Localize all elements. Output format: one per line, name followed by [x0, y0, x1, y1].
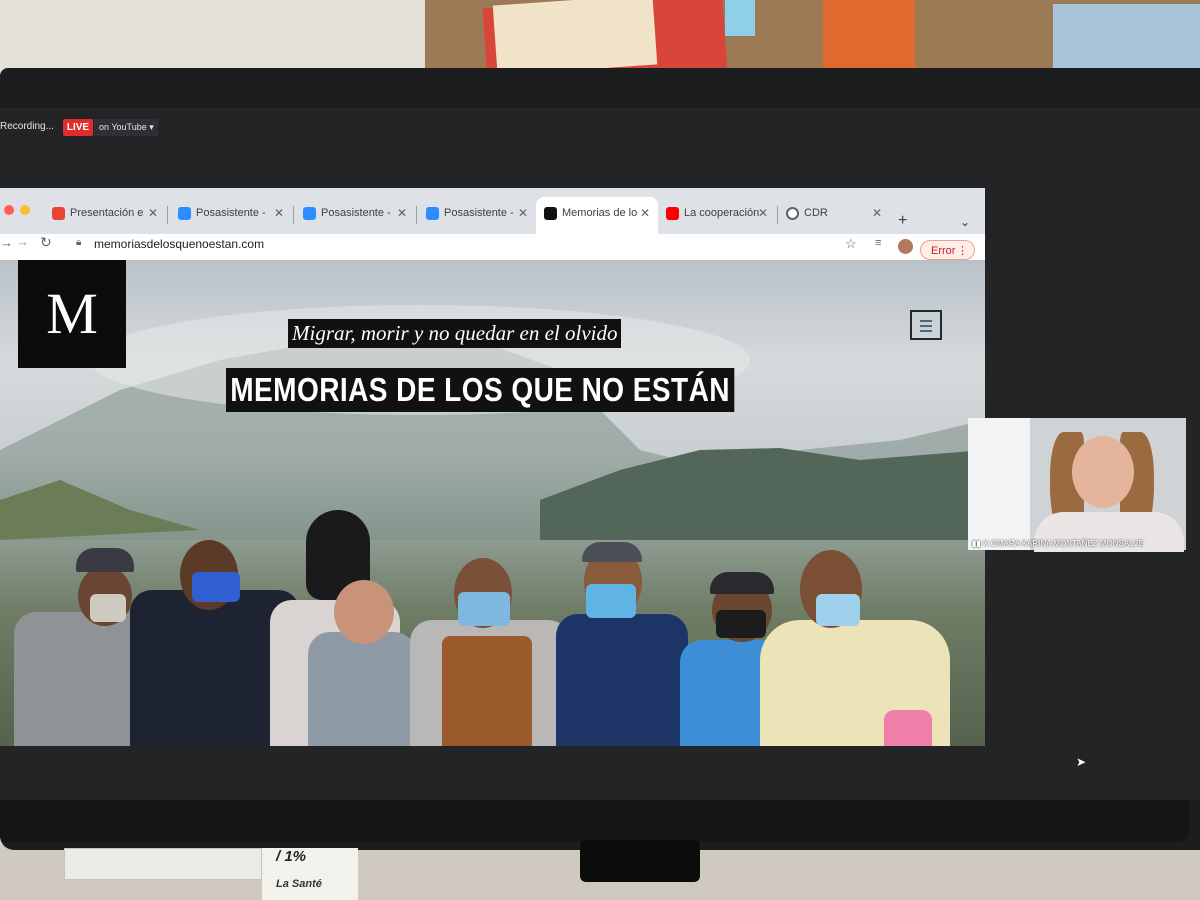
signal-bars-icon: ▮▮: [972, 539, 981, 548]
tab-zoom-3[interactable]: Posasistente - ✕: [418, 197, 536, 234]
reading-list-icon[interactable]: ≡: [875, 237, 881, 249]
monitor-stand: [580, 840, 700, 882]
site-logo[interactable]: M: [18, 260, 126, 368]
recording-indicator[interactable]: Recording...: [0, 121, 54, 132]
profile-avatar[interactable]: [898, 239, 913, 254]
tab-memorias[interactable]: Memorias de lo ✕: [536, 197, 658, 234]
reload-icon[interactable]: ↻: [40, 234, 52, 251]
box-brand-label: La Santé: [276, 878, 322, 890]
participant-face: [1072, 436, 1134, 508]
hero-image: M Migrar, morir y no quedar en el olvido…: [0, 260, 985, 746]
tab-label: Posasistente -: [196, 207, 266, 219]
close-tab-icon[interactable]: ✕: [872, 206, 882, 220]
youtube-icon: [666, 207, 679, 220]
blue-note: [725, 0, 755, 36]
back-icon[interactable]: →: [0, 235, 13, 250]
new-tab-button[interactable]: +: [898, 212, 907, 230]
tab-label: Posasistente -: [444, 207, 514, 219]
tab-label: Presentación e: [70, 207, 144, 219]
error-chip[interactable]: Error ⋮: [920, 240, 975, 260]
address-bar[interactable]: memoriasdelosquenoestan.com: [94, 237, 264, 251]
tab-separator: [167, 206, 168, 224]
tab-label: CDR: [804, 207, 828, 219]
mouse-cursor-icon: ➤: [1076, 755, 1087, 769]
bookmark-star-icon[interactable]: ☆: [845, 236, 857, 252]
cdr-icon: [786, 207, 799, 220]
gmail-icon: [52, 207, 65, 220]
box-percent-label: / 1%: [276, 848, 307, 865]
forward-icon[interactable]: →: [16, 234, 29, 249]
close-tab-icon[interactable]: ✕: [640, 206, 650, 220]
participant-name-label: X.OMARA KARINA MONTAÑEZ MONSALVE: [983, 539, 1144, 548]
participant-name: ▮▮ X.OMARA KARINA MONTAÑEZ MONSALVE: [972, 539, 1144, 548]
close-tab-icon[interactable]: ✕: [148, 206, 158, 220]
close-tab-icon[interactable]: ✕: [397, 206, 407, 220]
zoom-icon: [426, 207, 439, 220]
medicine-box: [64, 848, 262, 880]
menu-line: [920, 320, 932, 322]
youtube-stream-button[interactable]: on YouTube ▾: [94, 119, 158, 136]
close-tab-icon[interactable]: ✕: [274, 206, 284, 220]
menu-line: [920, 325, 932, 327]
tab-gmail[interactable]: Presentación e ✕: [44, 197, 166, 234]
tab-label: Posasistente -: [321, 207, 391, 219]
close-tab-icon[interactable]: ✕: [518, 206, 528, 220]
page-title: MEMORIAS DE LOS QUE NO ESTÁN: [226, 368, 735, 412]
hamburger-menu-button[interactable]: [910, 310, 942, 340]
tab-search-icon[interactable]: ⌄: [960, 215, 970, 229]
tab-separator: [293, 206, 294, 224]
live-badge: LIVE: [63, 119, 93, 136]
tab-label: Memorias de lo: [562, 207, 638, 219]
browser-window: Presentación e ✕ Posasistente - ✕ Posasi…: [0, 188, 985, 746]
video-background-wall: [968, 418, 1030, 550]
tab-youtube[interactable]: La cooperación ✕: [658, 197, 776, 234]
close-window-icon[interactable]: [4, 205, 14, 215]
paper-card: [492, 0, 658, 76]
lock-icon[interactable]: 🔒︎: [76, 237, 81, 248]
tab-label: La cooperación: [684, 207, 760, 219]
menu-line: [920, 330, 932, 332]
page-subtitle: Migrar, morir y no quedar en el olvido: [288, 319, 622, 348]
zoom-icon: [303, 207, 316, 220]
tab-cdr[interactable]: CDR ✕: [778, 197, 890, 234]
tab-zoom-1[interactable]: Posasistente - ✕: [170, 197, 292, 234]
error-label: Error: [931, 245, 956, 257]
m-site-icon: [544, 207, 557, 220]
tab-separator: [416, 206, 417, 224]
zoom-icon: [178, 207, 191, 220]
more-vert-icon[interactable]: ⋮: [957, 241, 968, 261]
minimize-window-icon[interactable]: [20, 205, 30, 215]
close-tab-icon[interactable]: ✕: [758, 206, 768, 220]
tab-zoom-2[interactable]: Posasistente - ✕: [295, 197, 415, 234]
monitor-bezel: [0, 800, 1190, 842]
